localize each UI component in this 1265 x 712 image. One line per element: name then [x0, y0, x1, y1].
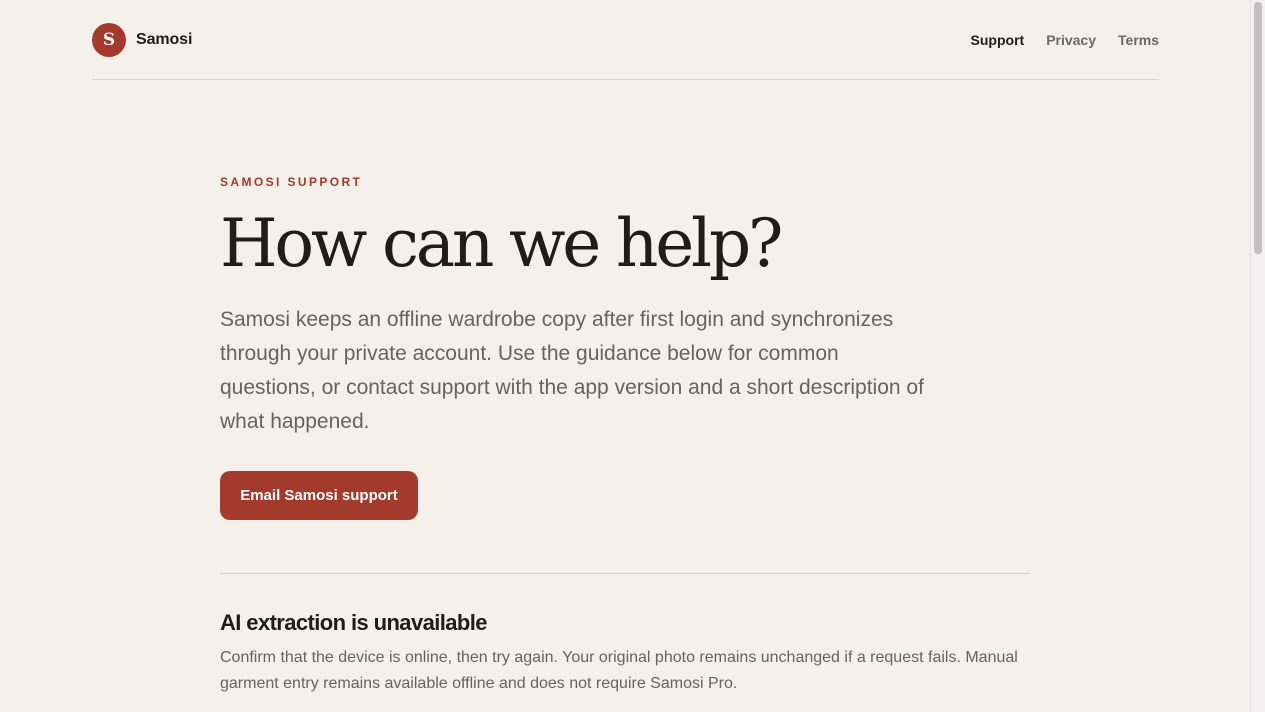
- nav-link-privacy[interactable]: Privacy: [1046, 32, 1096, 48]
- site-header: S Samosi Support Privacy Terms: [92, 0, 1159, 80]
- email-support-button[interactable]: Email Samosi support: [220, 471, 418, 520]
- brand-logo: S: [92, 22, 126, 57]
- section-divider: [220, 573, 1030, 574]
- main-nav: Support Privacy Terms: [949, 32, 1159, 48]
- page-scrollbar[interactable]: [1250, 0, 1265, 712]
- page-title: How can we help?: [220, 205, 783, 282]
- scrollbar-thumb[interactable]: [1254, 2, 1262, 254]
- hero-description: Samosi keeps an offline wardrobe copy af…: [220, 308, 924, 433]
- nav-link-terms[interactable]: Terms: [1118, 32, 1159, 48]
- brand-name: Samosi: [136, 30, 193, 48]
- faq-body-ai-extraction: Confirm that the device is online, then …: [220, 649, 1018, 692]
- brand-link[interactable]: S Samosi: [92, 22, 193, 57]
- faq-title-ai-extraction: AI extraction is unavailable: [220, 610, 487, 635]
- eyebrow-label: SAMOSI SUPPORT: [220, 175, 363, 189]
- nav-link-support[interactable]: Support: [971, 32, 1025, 48]
- support-page: S Samosi Support Privacy Terms SAMOSI SU…: [0, 0, 1265, 712]
